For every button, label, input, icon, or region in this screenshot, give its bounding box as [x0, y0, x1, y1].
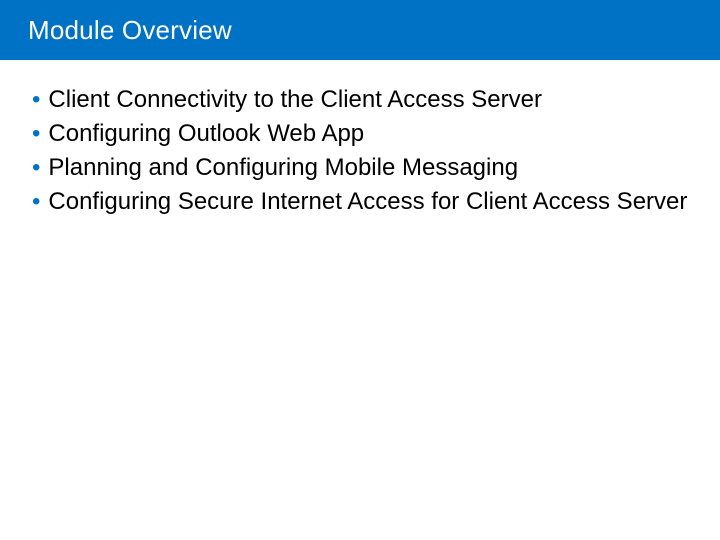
list-item: • Configuring Secure Internet Access for… [32, 186, 688, 218]
list-item: • Client Connectivity to the Client Acce… [32, 84, 688, 116]
list-item: • Planning and Configuring Mobile Messag… [32, 152, 688, 184]
bullet-text: Planning and Configuring Mobile Messagin… [48, 152, 518, 184]
bullet-icon: • [32, 118, 40, 150]
list-item: • Configuring Outlook Web App [32, 118, 688, 150]
slide-header: Module Overview [0, 0, 720, 60]
bullet-text: Client Connectivity to the Client Access… [48, 84, 542, 116]
bullet-icon: • [32, 152, 40, 184]
bullet-text: Configuring Outlook Web App [48, 118, 364, 150]
bullet-icon: • [32, 186, 40, 218]
bullet-icon: • [32, 84, 40, 116]
slide-content: • Client Connectivity to the Client Acce… [0, 60, 720, 218]
bullet-text: Configuring Secure Internet Access for C… [48, 186, 687, 218]
page-title: Module Overview [28, 15, 232, 46]
